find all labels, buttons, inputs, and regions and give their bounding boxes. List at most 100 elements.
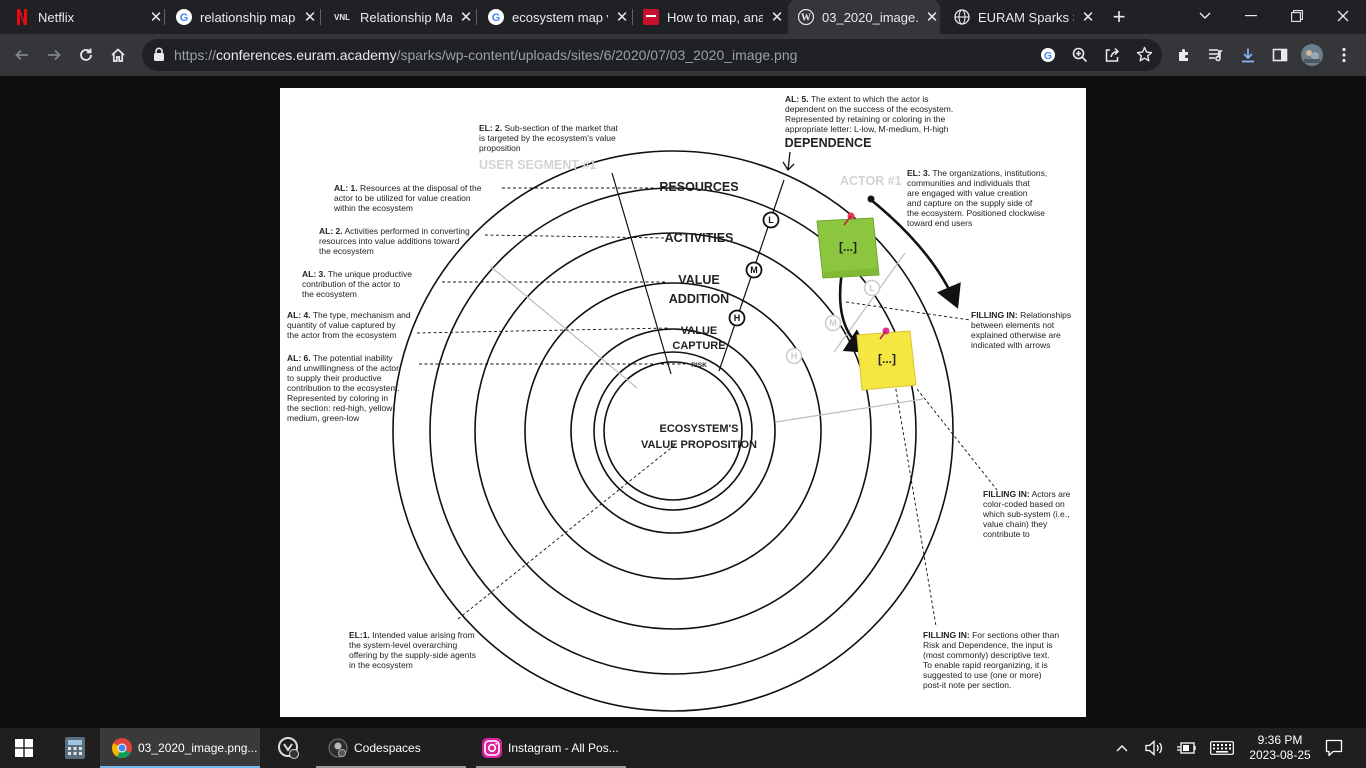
tab-netflix[interactable]: Netflix ✕ [14,0,164,34]
postit-text: [...] [839,240,857,254]
taskbar-item-instagram[interactable]: Instagram - All Pos... [476,728,626,768]
tab-relationship-map-google[interactable]: G relationship map ✕ [176,0,318,34]
close-icon[interactable]: ✕ [614,9,630,26]
close-window-button[interactable] [1320,0,1366,32]
tab-relationship-map-vnl[interactable]: VNL Relationship Map ✕ [332,0,474,34]
calculator-icon [65,737,85,759]
tab-03-2020-image[interactable]: W 03_2020_image.p ✕ [788,0,940,34]
address-bar[interactable]: https://conferences.euram.academy/sparks… [142,39,1162,71]
ring-label-value-capture: VALUE [681,325,717,337]
profile-avatar[interactable] [1299,42,1325,68]
google-lens-icon[interactable]: G [1040,47,1056,68]
zoom-icon[interactable] [1072,47,1088,68]
marker-medium-ghost: M [829,318,837,328]
keyboard-button[interactable] [1206,728,1238,768]
close-icon[interactable]: ✕ [769,9,785,26]
tab-title: relationship map [200,9,296,25]
annotation-fill2-line2: color-coded based on [983,499,1065,509]
lock-icon[interactable] [153,47,165,66]
svg-text:G: G [492,12,501,24]
wordpress-icon: W [798,9,814,25]
close-icon[interactable]: ✕ [924,9,940,26]
share-icon[interactable] [1104,47,1120,68]
close-icon[interactable]: ✕ [302,9,318,26]
marker-low-ghost: L [869,283,875,293]
center-label: VALUE PROPOSITION [641,439,757,451]
user-segment-label: USER SEGMENT #1 [479,158,596,172]
tab-separator [632,9,633,25]
battery-button[interactable] [1172,728,1200,768]
ring-label-value-addition: VALUE [678,273,719,287]
annotation-al3-line2: contribution of the actor to [302,279,401,289]
restore-button[interactable] [1274,0,1320,32]
annotation-al6-line2: and unwillingness of the actor [287,363,399,373]
annotation-al4-line3: the actor from the ecosystem [287,330,397,340]
notifications-button[interactable] [1318,728,1350,768]
volume-button[interactable] [1140,728,1168,768]
downloads-button[interactable] [1235,42,1261,68]
minimize-button[interactable] [1228,0,1274,32]
tab-ecosystem-map[interactable]: G ecosystem map v ✕ [488,0,630,34]
tray-overflow-button[interactable] [1110,728,1134,768]
annotation-al5-line3: Represented by retaining or coloring in … [785,114,945,124]
windows-logo-icon [15,739,33,757]
home-icon [111,48,125,62]
back-button[interactable] [9,42,35,68]
ecosystem-map-diagram: RESOURCES ACTIVITIES VALUE ADDITION VALU… [287,94,1071,712]
app-taskbar-button[interactable] [266,728,312,768]
tab-how-to-map[interactable]: How to map, ana ✕ [643,0,785,34]
annotation-fill1-line3: explained otherwise are [971,330,1061,340]
start-button[interactable] [0,728,48,768]
tab-title: 03_2020_image.p [822,9,918,25]
calculator-taskbar-button[interactable] [52,728,98,768]
app-icon [278,737,299,759]
annotation-el3-line5: the ecosystem. Positioned clockwise [907,208,1045,218]
annotation-al3-line1: AL: 3. The unique productive [302,269,412,279]
browser-menu-button[interactable] [1331,42,1357,68]
annotation-al2-line3: the ecosystem [319,246,374,256]
media-playlist-icon [1209,49,1223,62]
euram-icon [643,9,659,25]
tab-search-button[interactable] [1182,0,1228,32]
tab-title: EURAM Sparks Sl [978,9,1074,25]
postit-yellow: [...] [856,327,917,391]
close-icon[interactable]: ✕ [1080,9,1096,26]
ring-label-resources: RESOURCES [659,180,738,194]
taskbar-item-codespaces[interactable]: Codespaces [316,728,466,768]
bookmark-star-icon[interactable] [1136,46,1153,68]
annotation-al5-line1: AL: 5. The extent to which the actor is [785,94,928,104]
url-scheme: https:// [174,47,217,63]
annotation-fill2-line4: value chain) they [983,519,1048,529]
reload-button[interactable] [73,42,99,68]
taskbar-item-chrome[interactable]: 03_2020_image.png... [100,728,260,768]
annotation-el3-line3: are engaged with value creation [907,188,1028,198]
close-icon [1337,10,1349,22]
clock[interactable]: 9:36 PM 2023-08-25 [1244,728,1316,768]
tab-euram-sparks[interactable]: EURAM Sparks Sl ✕ [954,0,1096,34]
forward-button[interactable] [41,42,67,68]
tab-title: ecosystem map v [512,9,608,25]
new-tab-button[interactable]: + [1108,6,1130,28]
url-path: /sparks/wp-content/uploads/sites/6/2020/… [396,47,798,63]
chevron-down-icon [1199,12,1211,19]
center-label: ECOSYSTEM'S [659,423,738,435]
annotation-el3-line6: toward end users [907,218,972,228]
annotation-al5-line4: appropriate letter: L-low, M-medium, H-h… [785,124,949,134]
media-button[interactable] [1203,42,1229,68]
dependence-label: DEPENDENCE [785,136,872,150]
annotation-fill3-line1: FILLING IN: For sections other than [923,630,1059,640]
annotation-el1-line3: offering by the supply-side agents [349,650,476,660]
ecosystem-map-image: RESOURCES ACTIVITIES VALUE ADDITION VALU… [280,88,1086,717]
annotation-fill3-line4: To enable rapid reorganizing, it is [923,660,1048,670]
close-icon[interactable]: ✕ [458,9,474,26]
extensions-button[interactable] [1171,42,1197,68]
annotation-fill2-line1: FILLING IN: Actors are [983,489,1071,499]
tab-title: Netflix [38,9,75,25]
marker-medium: M [750,265,758,275]
minimize-icon [1245,15,1257,17]
marker-low: L [768,215,774,225]
close-icon[interactable]: ✕ [148,9,164,26]
home-button[interactable] [105,42,131,68]
side-panel-button[interactable] [1267,42,1293,68]
svg-text:W: W [801,13,811,24]
